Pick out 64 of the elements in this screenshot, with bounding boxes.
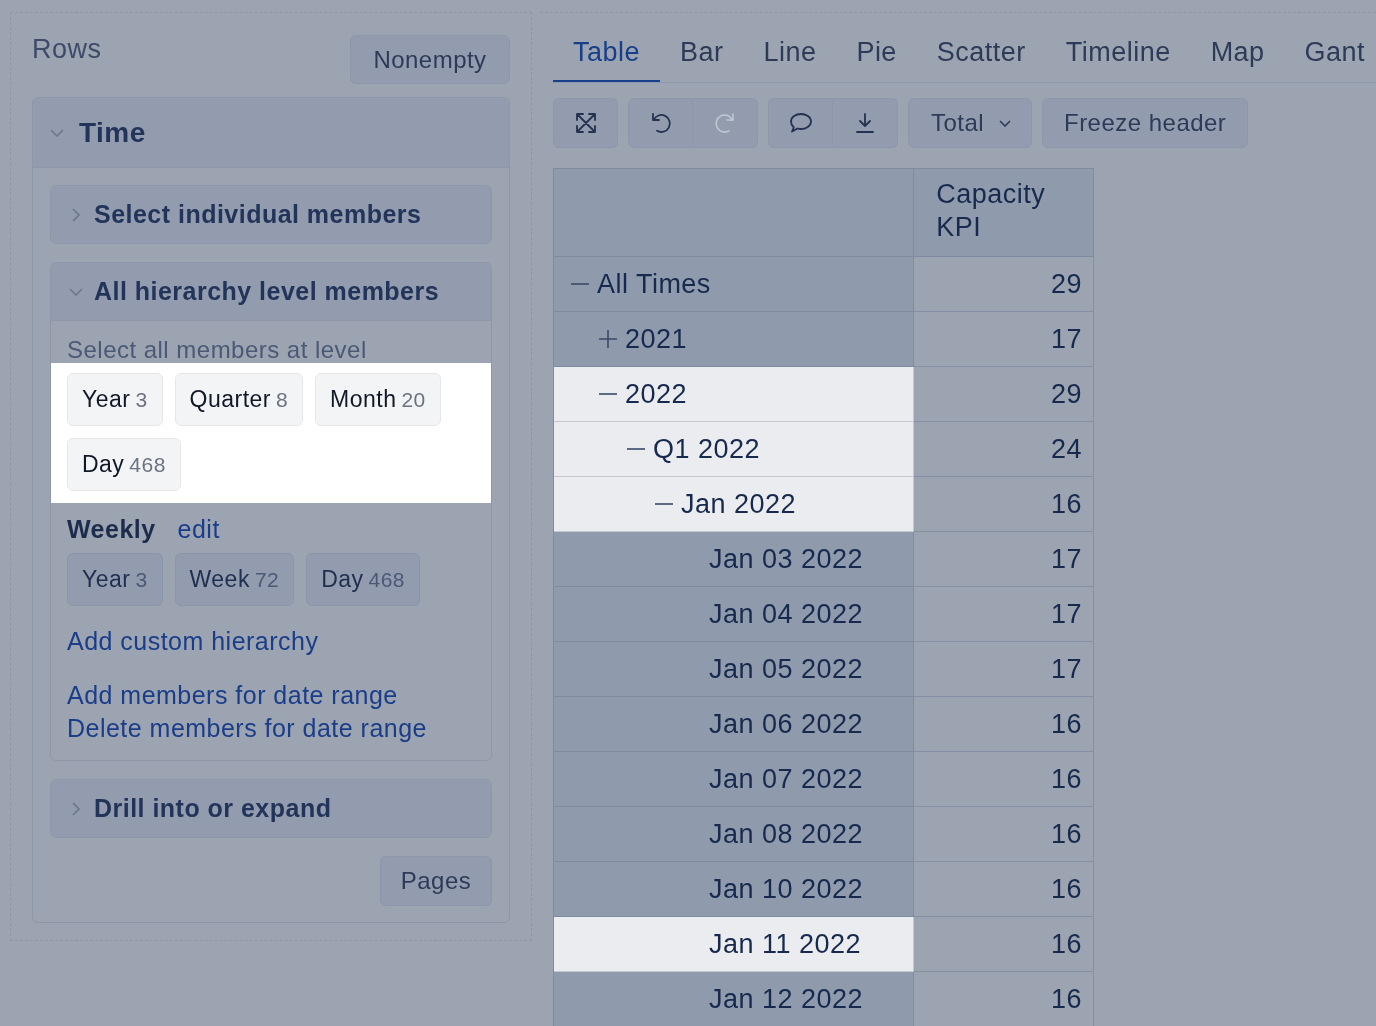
add-hierarchy-link[interactable]: Add custom hierarchy	[67, 627, 319, 655]
row-label: Jan 2022	[681, 487, 796, 521]
tab[interactable]: Line	[743, 25, 837, 82]
level-button[interactable]: Month 20	[315, 373, 441, 426]
total-dropdown[interactable]: Total	[908, 98, 1032, 148]
column-header: Capacity KPI	[914, 169, 1094, 257]
value-cell: 16	[914, 917, 1094, 972]
row-label: 2021	[625, 322, 687, 356]
row-label: Jan 11 2022	[709, 927, 861, 961]
value-cell: 16	[914, 477, 1094, 532]
plus-icon[interactable]	[599, 330, 617, 348]
value-cell: 24	[914, 422, 1094, 477]
value-cell: 16	[914, 807, 1094, 862]
value-cell: 16	[914, 697, 1094, 752]
row-label: Jan 03 2022	[709, 542, 863, 576]
row-label: Q1 2022	[653, 432, 760, 466]
section-header[interactable]: All hierarchy level members	[51, 263, 491, 320]
caret-icon	[999, 119, 1011, 127]
freeze-header-button[interactable]: Freeze header	[1042, 98, 1249, 148]
value-cell: 29	[914, 257, 1094, 312]
edit-link[interactable]: edit	[177, 515, 220, 543]
tab[interactable]: Bar	[659, 25, 744, 82]
value-cell: 17	[914, 532, 1094, 587]
row-label: Jan 08 2022	[709, 817, 863, 851]
row-label: Jan 04 2022	[709, 597, 863, 631]
section-header[interactable]: Drill into or expand	[51, 780, 491, 837]
row-label: All Times	[597, 267, 711, 301]
row-label: Jan 12 2022	[709, 982, 863, 1016]
download-button[interactable]	[833, 98, 898, 148]
tab[interactable]: Scatter	[916, 25, 1046, 82]
level-button[interactable]: Day 468	[306, 553, 421, 606]
level-button[interactable]: Quarter 8	[174, 373, 304, 426]
value-cell: 16	[914, 862, 1094, 917]
tab[interactable]: Gant	[1284, 25, 1376, 82]
tab[interactable]: Timeline	[1045, 25, 1191, 82]
row-label: Jan 07 2022	[709, 762, 863, 796]
comment-button[interactable]	[768, 98, 833, 148]
row-label: Jan 05 2022	[709, 652, 863, 686]
undo-button[interactable]	[628, 98, 693, 148]
row-label: Jan 10 2022	[709, 872, 863, 906]
level-button[interactable]: Year 3	[67, 553, 163, 606]
date-range-link[interactable]: Delete members for date range	[67, 712, 427, 745]
row-label: 2022	[625, 377, 687, 411]
tab[interactable]: Map	[1190, 25, 1285, 82]
hierarchy-name: Weekly	[67, 515, 156, 543]
level-button[interactable]: Day 468	[67, 438, 181, 491]
pages-button[interactable]: Pages	[380, 856, 492, 906]
dimension-header[interactable]: Time	[33, 98, 509, 168]
tab[interactable]: Table	[553, 25, 660, 82]
value-cell: 17	[914, 587, 1094, 642]
value-cell: 29	[914, 367, 1094, 422]
value-cell: 16	[914, 752, 1094, 807]
tab[interactable]: Pie	[836, 25, 917, 82]
hint-text: Select all members at level	[67, 338, 368, 362]
level-button[interactable]: Year 3	[67, 373, 163, 426]
panel-title: Rows	[32, 35, 102, 63]
section-header[interactable]: Select individual members	[51, 186, 491, 243]
nonempty-button[interactable]: Nonempty	[350, 35, 510, 84]
value-cell: 17	[914, 642, 1094, 697]
row-label: Jan 06 2022	[709, 707, 863, 741]
level-button[interactable]: Week 72	[174, 553, 295, 606]
value-cell: 17	[914, 312, 1094, 367]
date-range-link[interactable]: Add members for date range	[67, 679, 398, 712]
fullscreen-button[interactable]	[553, 98, 618, 148]
